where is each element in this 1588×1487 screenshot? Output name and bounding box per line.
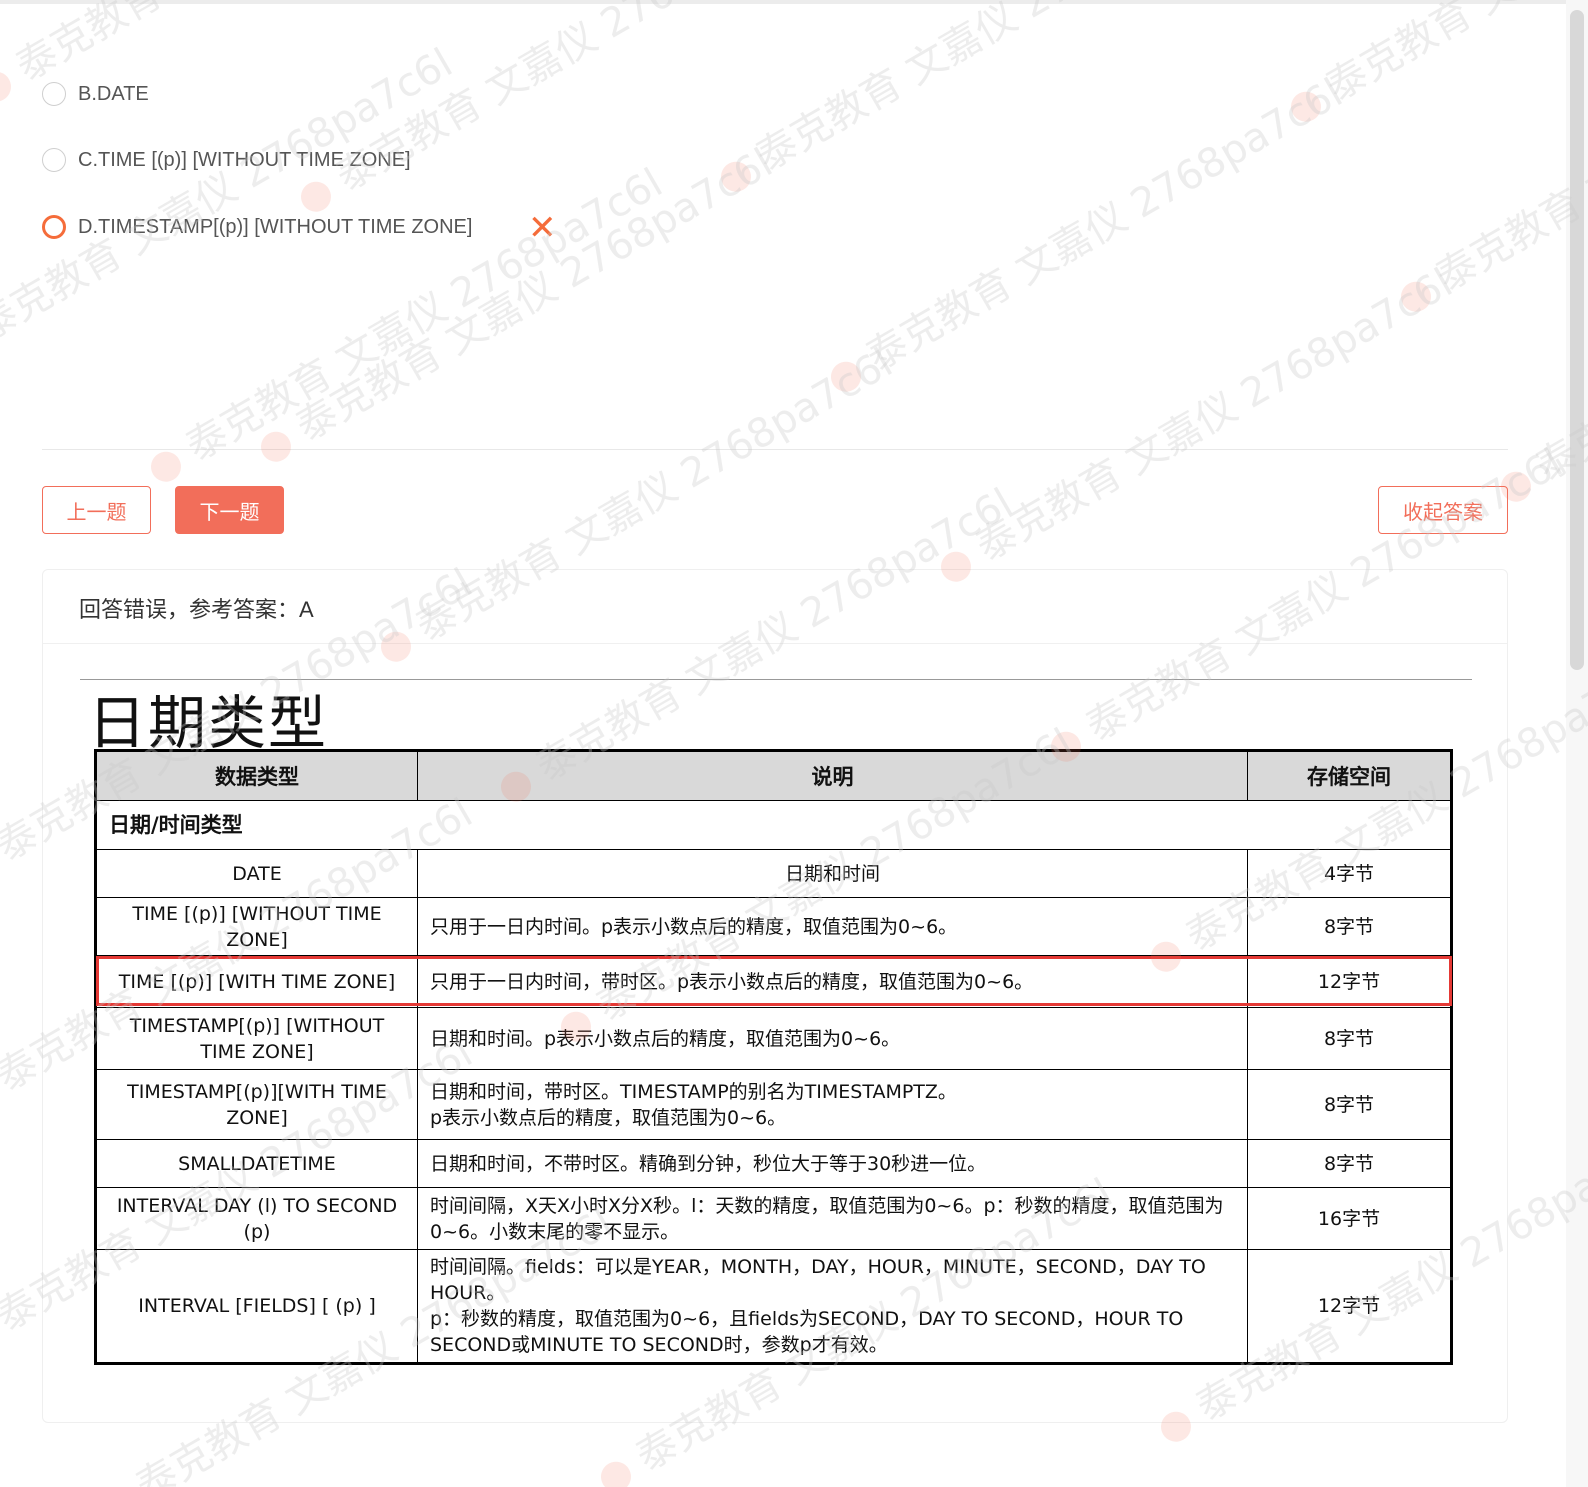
section-label: 日期/时间类型 — [95, 800, 1452, 850]
header-type: 数据类型 — [95, 750, 418, 801]
type-cell: SMALLDATETIME — [95, 1139, 418, 1188]
watermark: 泰克教育 文嘉仪 2768pa7c6l — [286, 0, 822, 224]
watermark-logo-icon — [295, 176, 337, 218]
desc-cell: 只用于一日内时间。p表示小数点后的精度，取值范围为0~6。 — [417, 897, 1248, 956]
size-cell: 12字节 — [1247, 1249, 1452, 1364]
size-cell: 8字节 — [1247, 1007, 1452, 1070]
watermark-logo-icon — [825, 356, 867, 398]
watermark-text: 泰克教育 文嘉仪 2768pa7c6l — [858, 69, 1351, 381]
watermark: 泰克教育 文嘉仪 2768pa7c6l — [706, 0, 1242, 204]
size-cell: 12字节 — [1247, 955, 1452, 1008]
desc-cell: 日期和时间，不带时区。精确到分钟，秒位大于等于30秒进一位。 — [417, 1139, 1248, 1188]
watermark-logo-icon — [1395, 276, 1437, 318]
type-cell: INTERVAL [FIELDS] [ (p) ] — [95, 1249, 418, 1364]
table-row: TIME [(p)] [WITH TIME ZONE] 只用于一日内时间，带时区。… — [95, 955, 1452, 1008]
collapse-answer-button[interactable]: 收起答案 — [1378, 486, 1508, 534]
watermark: 泰克教育 文嘉仪 2768pa7c6l — [136, 151, 672, 494]
scrollbar-thumb[interactable] — [1570, 10, 1584, 670]
watermark-text: 泰克教育 文嘉仪 2768pa7c6l — [1428, 0, 1588, 301]
watermark: 泰克教育 文嘉仪 2768pa7c6l — [1276, 0, 1588, 134]
option-b[interactable]: B.DATE — [42, 82, 149, 106]
header-size: 存储空间 — [1247, 750, 1452, 801]
type-cell: TIMESTAMP[(p)][WITH TIME ZONE] — [95, 1069, 418, 1140]
size-cell: 8字节 — [1247, 1069, 1452, 1140]
type-cell: TIME [(p)] [WITHOUT TIME ZONE] — [95, 897, 418, 956]
desc-cell: 时间间隔，X天X小时X分X秒。l：天数的精度，取值范围为0~6。p：秒数的精度，… — [417, 1187, 1248, 1250]
watermark-logo-icon — [145, 446, 187, 488]
next-question-button[interactable]: 下一题 — [175, 486, 284, 534]
type-cell: INTERVAL DAY (l) TO SECOND (p) — [95, 1187, 418, 1250]
table-row: TIME [(p)] [WITHOUT TIME ZONE] 只用于一日内时间。p… — [95, 897, 1452, 956]
section-row: 日期/时间类型 — [95, 800, 1452, 850]
size-cell: 8字节 — [1247, 1139, 1452, 1188]
watermark-text: 泰克教育 文嘉仪 2768pa7c6l — [748, 0, 1241, 181]
option-label: B.DATE — [78, 82, 149, 105]
header-desc: 说明 — [417, 750, 1248, 801]
watermark-text: 泰克教育 文嘉仪 2768pa7c6l — [288, 139, 781, 451]
watermark-logo-icon — [0, 66, 17, 108]
table-row: TIMESTAMP[(p)] [WITHOUT TIME ZONE] 日期和时间。… — [95, 1007, 1452, 1070]
radio-icon[interactable] — [42, 148, 66, 172]
scrollbar[interactable] — [1566, 0, 1588, 1487]
watermark-text: 泰克教育 文嘉仪 2768pa7c6l — [178, 159, 671, 471]
type-cell: TIMESTAMP[(p)] [WITHOUT TIME ZONE] — [95, 1007, 418, 1070]
desc-cell: 日期和时间。p表示小数点后的精度，取值范围为0~6。 — [417, 1007, 1248, 1070]
option-d[interactable]: D.TIMESTAMP[(p)] [WITHOUT TIME ZONE] — [42, 215, 472, 239]
radio-selected-icon[interactable] — [42, 215, 66, 239]
divider — [42, 449, 1508, 450]
watermark-text: 泰克教育 文嘉仪 2768pa7c6l — [9, 0, 501, 90]
option-label: D.TIMESTAMP[(p)] [WITHOUT TIME ZONE] — [78, 215, 473, 238]
desc-cell: 日期和时间，带时区。TIMESTAMP的别名为TIMESTAMPTZ。 p表示小… — [417, 1069, 1248, 1140]
watermark: 泰克教育 文嘉仪 2768pa7c6l — [926, 251, 1462, 594]
watermark: 泰克教育 文嘉仪 2768pa7c6l — [816, 61, 1352, 404]
table-row: INTERVAL [FIELDS] [ (p) ] 时间间隔。fields：可以是… — [95, 1249, 1452, 1364]
explanation-title: 日期类型 — [88, 689, 329, 757]
watermark: 泰克教育 文嘉仪 2768pa7c6l — [1386, 0, 1588, 324]
desc-cell: 只用于一日内时间，带时区。p表示小数点后的精度，取值范围为0~6。 — [417, 955, 1248, 1008]
table-row: INTERVAL DAY (l) TO SECOND (p) 时间间隔，X天X小时… — [95, 1187, 1452, 1250]
watermark-logo-icon — [595, 1456, 637, 1487]
prev-question-button[interactable]: 上一题 — [42, 486, 151, 534]
type-cell: TIME [(p)] [WITH TIME ZONE] — [95, 955, 418, 1008]
answer-result-text: 回答错误，参考答案：A — [79, 597, 314, 622]
option-label: C.TIME [(p)] [WITHOUT TIME ZONE] — [78, 148, 411, 171]
watermark-text: 泰克教育 文嘉仪 2768pa7c6l — [1319, 0, 1588, 110]
date-types-table: 数据类型 说明 存储空间 日期/时间类型 DATE 日期和时间 4字节 TIME [(… — [94, 749, 1453, 1365]
option-c[interactable]: C.TIME [(p)] [WITHOUT TIME ZONE] — [42, 148, 411, 172]
size-cell: 8字节 — [1247, 897, 1452, 956]
watermark-logo-icon — [715, 156, 757, 198]
top-border — [0, 0, 1588, 4]
desc-cell: 时间间隔。fields：可以是YEAR，MONTH，DAY，HOUR，MINUT… — [417, 1249, 1248, 1364]
table-header-row: 数据类型 说明 存储空间 — [95, 750, 1452, 801]
answer-separator — [43, 643, 1507, 644]
wrong-answer-icon: ✕ — [528, 209, 557, 247]
size-cell: 4字节 — [1247, 849, 1452, 898]
table-row: TIMESTAMP[(p)][WITH TIME ZONE] 日期和时间，带时区。… — [95, 1069, 1452, 1140]
watermark-logo-icon — [1285, 86, 1327, 128]
table-row: DATE 日期和时间 4字节 — [95, 849, 1452, 898]
table-row: SMALLDATETIME 日期和时间，不带时区。精确到分钟，秒位大于等于30秒进… — [95, 1139, 1452, 1188]
radio-icon[interactable] — [42, 82, 66, 106]
size-cell: 16字节 — [1247, 1187, 1452, 1250]
desc-cell: 日期和时间 — [417, 849, 1248, 898]
watermark-logo-icon — [255, 426, 297, 468]
watermark: 泰克教育 文嘉仪 2768pa7c6l — [246, 131, 782, 474]
type-cell: DATE — [95, 849, 418, 898]
